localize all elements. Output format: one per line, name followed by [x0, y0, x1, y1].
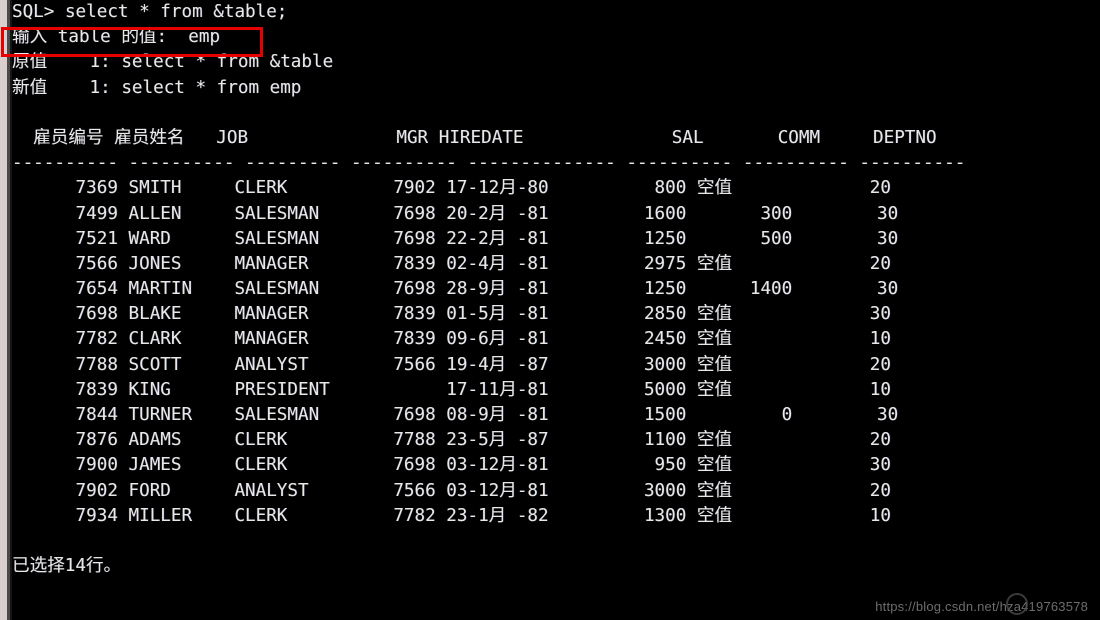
watermark-logo-icon [1006, 593, 1028, 615]
terminal-window: SQL> select * from &table; 输入 table 的值: e… [0, 0, 1100, 620]
spacer-line-1 [12, 101, 1100, 126]
table-row: 7788 SCOTT ANALYST 7566 19-4月 -87 3000 空… [12, 354, 891, 375]
old-value-line: 原值 1: select * from &table [12, 52, 334, 73]
window-left-edge [0, 0, 7, 620]
sql-prompt-line: SQL> select * from &table; [12, 2, 288, 22]
watermark-url: https://blog.csdn.net/hza419763578 [875, 599, 1088, 614]
watermark: https://blog.csdn.net/hza419763578 [875, 593, 1088, 615]
table-row: 7900 JAMES CLERK 7698 03-12月-81 950 空值 3… [12, 455, 891, 476]
table-row: 7876 ADAMS CLERK 7788 23-5月 -87 1100 空值 … [12, 430, 891, 451]
table-row: 7499 ALLEN SALESMAN 7698 20-2月 -81 1600 … [12, 203, 899, 224]
table-row: 7369 SMITH CLERK 7902 17-12月-80 800 空值 2… [12, 178, 891, 199]
table-row: 7844 TURNER SALESMAN 7698 08-9月 -81 1500… [12, 405, 899, 425]
substitution-prompt-line: 输入 table 的值: emp [12, 27, 221, 48]
rows-selected-status: 已选择14行。 [12, 556, 122, 577]
table-separator-row: ---------- ---------- --------- --------… [12, 153, 966, 174]
terminal-text: SQL> select * from &table; 输入 table 的值: e… [12, 0, 1100, 579]
console-output-area[interactable]: SQL> select * from &table; 输入 table 的值: e… [12, 0, 1100, 620]
spacer-line-2 [12, 529, 1100, 554]
table-row: 7934 MILLER CLERK 7782 23-1月 -82 1300 空值… [12, 505, 891, 526]
table-row: 7782 CLARK MANAGER 7839 09-6月 -81 2450 空… [12, 329, 891, 350]
new-value-line: 新值 1: select * from emp [12, 77, 302, 98]
table-row: 7654 MARTIN SALESMAN 7698 28-9月 -81 1250… [12, 279, 899, 300]
table-row: 7902 FORD ANALYST 7566 03-12月-81 3000 空值… [12, 480, 891, 501]
table-header-row: 雇员编号 雇员姓名 JOB MGR HIREDATE SAL COMM DEPT… [12, 127, 937, 148]
table-row: 7566 JONES MANAGER 7839 02-4月 -81 2975 空… [12, 253, 891, 274]
table-row: 7521 WARD SALESMAN 7698 22-2月 -81 1250 5… [12, 228, 899, 249]
table-row: 7698 BLAKE MANAGER 7839 01-5月 -81 2850 空… [12, 304, 891, 325]
table-row: 7839 KING PRESIDENT 17-11月-81 5000 空值 10 [12, 379, 891, 400]
